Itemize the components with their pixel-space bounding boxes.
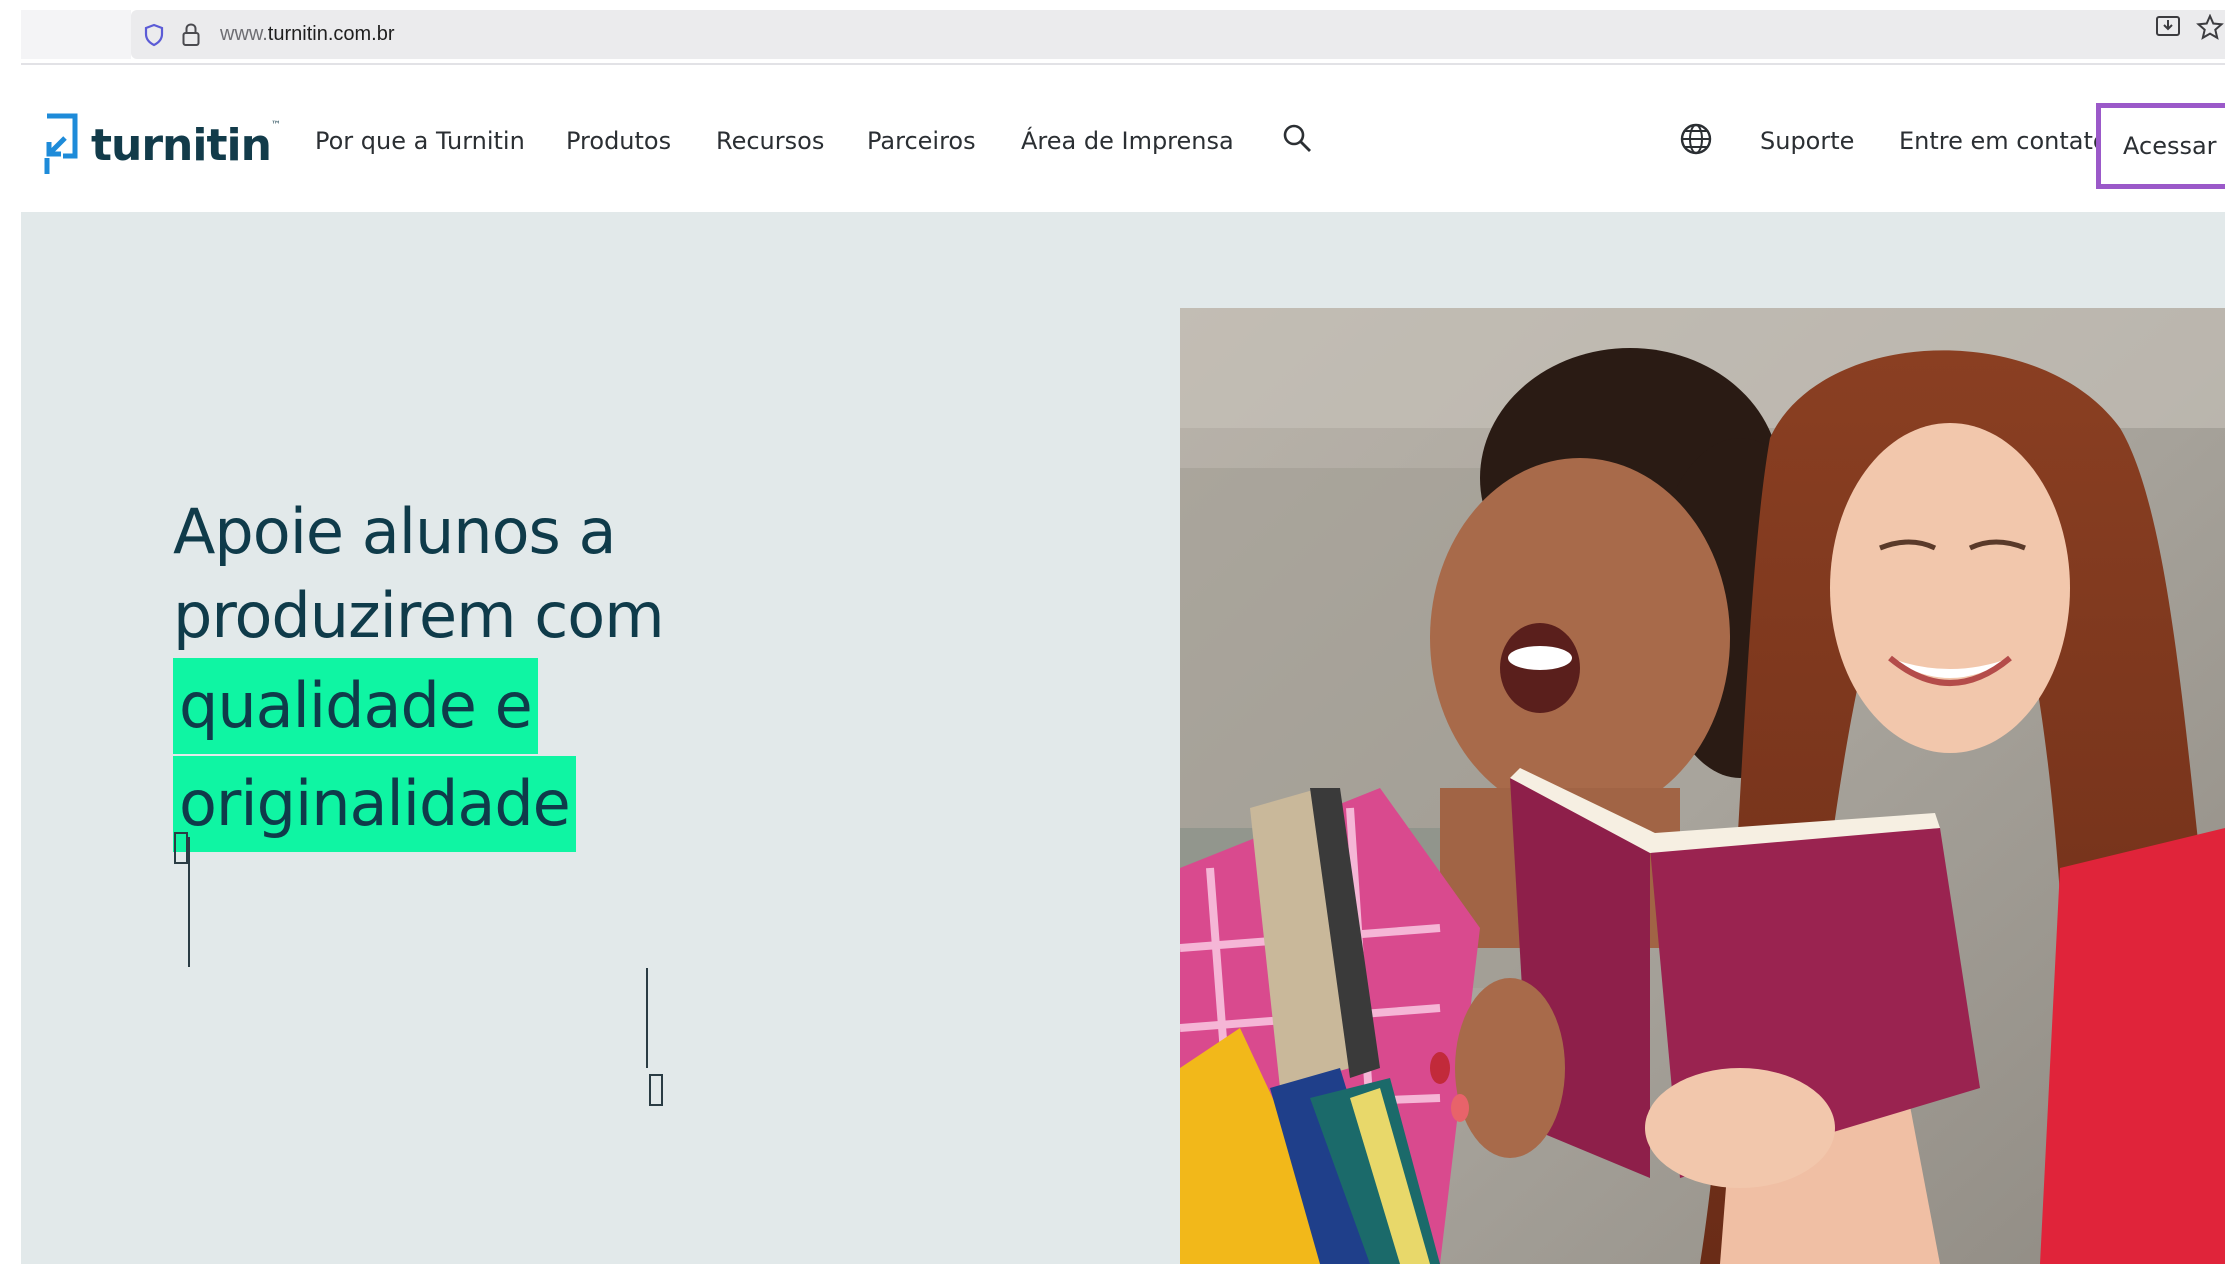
hero-line-2: produzirem com <box>173 579 665 652</box>
chrome-divider <box>21 63 2225 65</box>
url-domain: turnitin.com.br <box>267 23 395 45</box>
url-prefix: www. <box>220 23 268 45</box>
hero-highlight-2: originalidade <box>173 756 576 852</box>
search-icon[interactable] <box>1281 122 1313 154</box>
shield-icon[interactable] <box>143 23 165 47</box>
bookmark-star-icon[interactable] <box>2196 14 2224 40</box>
nav-support[interactable]: Suporte <box>1760 127 1854 155</box>
lock-icon[interactable] <box>181 22 201 48</box>
selection-caret-start <box>188 837 190 967</box>
site-header: turnitin ™ Por que a Turnitin Produtos R… <box>21 66 2225 212</box>
address-bar[interactable]: www.turnitin.com.br <box>131 10 2225 59</box>
hero-line-1: Apoie alunos a <box>173 495 617 568</box>
hero-highlight-1: qualidade e <box>173 658 538 754</box>
selection-handle-start[interactable] <box>174 832 188 864</box>
nav-products[interactable]: Produtos <box>566 127 671 155</box>
login-button[interactable]: Acessar <box>2096 103 2225 189</box>
nav-why-turnitin[interactable]: Por que a Turnitin <box>315 127 525 155</box>
turnitin-logo-icon <box>44 113 78 174</box>
hero-heading: Apoie alunos a produzirem com qualidade … <box>173 490 873 854</box>
login-button-label: Acessar <box>2123 132 2217 160</box>
nav-contact[interactable]: Entre em contato <box>1899 127 2108 155</box>
selection-handle-end[interactable] <box>649 1074 663 1106</box>
trademark-mark: ™ <box>270 120 281 131</box>
students-illustration <box>1180 308 2225 1264</box>
save-to-pocket-icon[interactable] <box>2155 14 2181 38</box>
hero-photo-students-reading <box>1180 308 2225 1264</box>
selection-caret-end <box>646 968 648 1068</box>
turnitin-logo[interactable]: turnitin ™ <box>41 112 281 178</box>
logo-wordmark: turnitin <box>91 119 272 171</box>
nav-resources[interactable]: Recursos <box>716 127 824 155</box>
url-text[interactable]: www.turnitin.com.br <box>220 23 395 46</box>
browser-toolbar: www.turnitin.com.br <box>0 0 2225 66</box>
nav-press-area[interactable]: Área de Imprensa <box>1021 127 1234 155</box>
globe-icon[interactable] <box>1679 122 1713 156</box>
nav-partners[interactable]: Parceiros <box>867 127 976 155</box>
browser-tab-strip <box>21 10 131 59</box>
